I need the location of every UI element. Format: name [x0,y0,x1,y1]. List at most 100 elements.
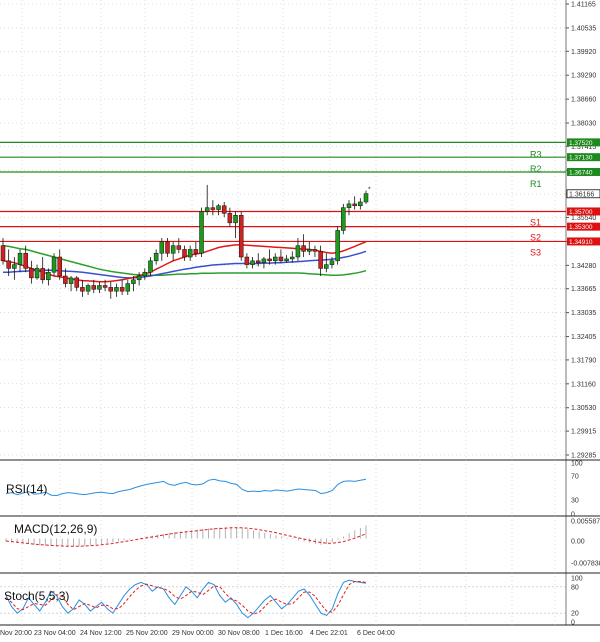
current-price-label: 1.36166 [569,191,594,198]
candle-bearish [29,268,34,279]
time-axis-label: 29 Nov 00:00 [172,630,214,637]
candle-bullish [136,275,142,281]
rsi-title: RSI(14) [6,482,47,496]
level-name-label: R1 [530,179,542,189]
price-tick-label: 1.34280 [571,263,596,270]
price-tick-label: 1.33035 [571,310,596,317]
candle-bullish [233,215,238,224]
macd-panel: 0.005587 0.00 -0.007838 MACD(12,26,9) [5,519,600,568]
candle-bullish [284,258,289,262]
stoch-panel: 100 80 20 0 Stoch(5,5,3) [0,576,583,627]
level-value-label: 1.36740 [569,169,593,176]
stoch-title: Stoch(5,5,3) [4,589,69,603]
price-tick-label: 1.35540 [571,215,596,222]
price-tick-label: 1.32405 [571,334,596,341]
candle-bullish [290,256,295,260]
pivot-level-lines [0,141,566,243]
level-value-label: 1.34910 [569,239,593,246]
price-tick-label: 1.31160 [571,381,596,388]
price-tick-label: 1.41165 [571,2,596,9]
candle-bullish [125,283,131,292]
level-value-label: 1.37520 [569,140,593,147]
forex-chart: * 1.41165 1.40535 1.39920 1.39290 1.38660 1.3… [0,0,600,637]
time-axis-label: 24 Nov 12:00 [80,630,122,637]
macd-tick-label: 0.00 [571,539,585,546]
candle-bullish [307,249,312,252]
candle-bearish [91,285,96,290]
candle-bullish [170,245,176,254]
level-name-label: S1 [530,217,541,227]
candle-bullish [159,241,165,254]
current-price-marker: * [368,187,371,194]
candle-bullish [85,285,91,292]
stoch-tick-label: 0 [571,620,575,627]
candle-bearish [318,251,323,269]
candle-bullish [204,207,210,212]
time-axis: Nov 20:00 23 Nov 04:00 24 Nov 12:00 25 Nov … [0,630,395,637]
candle-bearish [210,207,216,210]
candle-bearish [102,285,108,288]
candle-bearish [63,275,68,284]
candle-bullish [97,285,102,290]
price-tick-label: 1.39290 [571,73,596,80]
candle-bearish [119,287,125,292]
candle-bearish [40,268,45,281]
candle-bullish [341,207,346,231]
stoch-tick-label: 100 [571,576,583,583]
candle-bullish [329,260,335,265]
time-axis-label: 6 Dec 04:00 [357,630,395,637]
candle-bullish [46,271,51,281]
level-value-label: 1.35700 [569,209,593,216]
time-axis-label: Nov 20:00 [0,630,32,637]
time-axis-label: 23 Nov 04:00 [34,630,76,637]
candle-bearish [255,260,261,263]
candle-bullish [346,203,352,208]
price-tick-label: 1.40535 [571,25,596,32]
candle-bearish [221,205,227,214]
candle-bearish [80,287,85,292]
level-name-label: S3 [530,247,541,257]
rsi-tick-label: 70 [571,474,579,481]
candle-bullish [199,211,204,254]
candle-bullish [295,245,301,258]
candle-bullish [250,260,255,265]
candle-bullish [114,287,119,292]
candle-bearish [238,215,244,258]
candle-bullish [335,230,340,262]
candle-bullish [273,256,278,262]
candle-bearish [0,245,6,262]
candle-bullish [153,252,159,262]
price-tick-label: 1.29915 [571,429,596,436]
stoch-tick-label: 20 [571,611,579,618]
price-tick-label: 1.30530 [571,405,596,412]
candle-bearish [244,256,250,265]
rsi-tick-label: 100 [571,461,583,468]
time-axis-label: 4 Dec 22:01 [310,630,348,637]
candle-bullish [216,205,221,210]
rsi-tick-label: 0 [571,512,575,519]
candle-bearish [301,245,306,252]
candle-bearish [278,256,284,262]
candle-bullish [358,201,363,207]
candle-bearish [176,245,182,250]
candle-bullish [148,260,153,273]
price-tick-label: 1.29285 [571,453,596,460]
candle-bullish [34,268,40,279]
rsi-tick-label: 30 [571,498,579,505]
candle-bullish [68,277,74,284]
candle-bullish [363,193,369,203]
candle-bearish [108,287,114,292]
level-value-label: 1.37130 [569,155,593,162]
candle-bearish [74,277,79,288]
candle-bearish [182,249,187,258]
candle-bullish [12,264,17,269]
candle-bearish [57,256,62,277]
price-tick-label: 1.38660 [571,97,596,104]
candle-bearish [165,241,170,254]
time-axis-label: 30 Nov 08:00 [218,630,260,637]
stoch-tick-label: 80 [571,585,579,592]
time-axis-label: 1 Dec 16:00 [265,630,303,637]
macd-title: MACD(12,26,9) [14,522,97,536]
price-tick-label: 1.38030 [571,121,596,128]
candle-bearish [227,213,233,224]
